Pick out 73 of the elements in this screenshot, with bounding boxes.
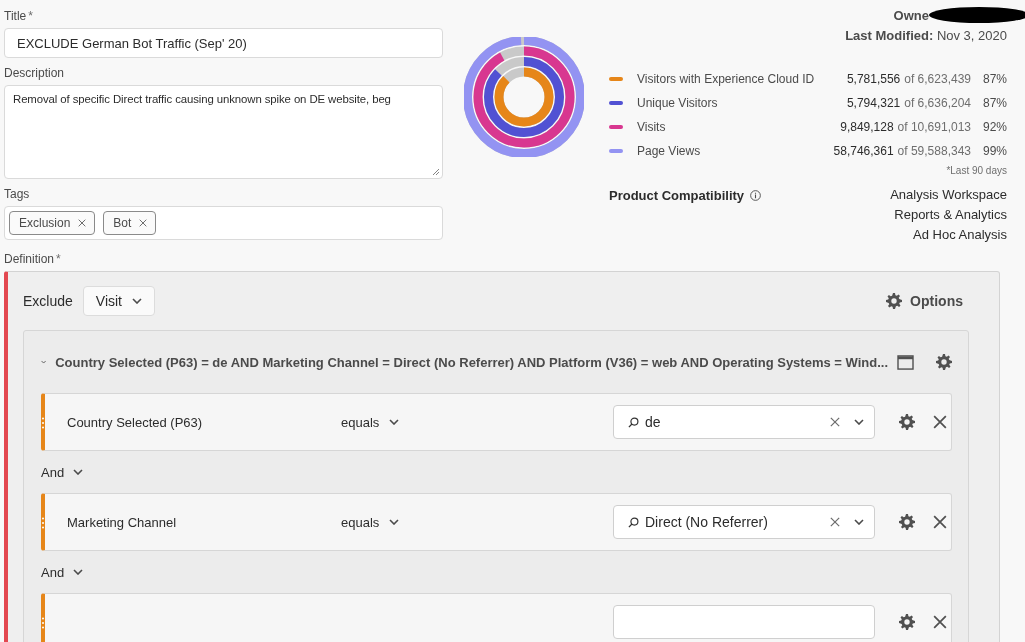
remove-icon[interactable]: [139, 219, 148, 227]
operator-dropdown[interactable]: equals: [341, 414, 613, 430]
field-label: Description: [4, 66, 66, 80]
gear-icon[interactable]: [886, 293, 903, 309]
resize-grip-icon[interactable]: [432, 168, 440, 176]
collapse-chevron-icon: [41, 359, 47, 365]
metrics-note: *Last 90 days: [945, 165, 1007, 176]
tag-chip[interactable]: Bot: [103, 211, 157, 235]
gear-icon[interactable]: [936, 354, 952, 370]
gear-icon[interactable]: [899, 514, 915, 530]
field-label: Definition *: [4, 252, 62, 266]
value-field[interactable]: [613, 605, 875, 639]
metric-name: Visitors with Experience Cloud ID: [636, 72, 816, 86]
metric-total: of 6,623,439: [903, 72, 971, 86]
chevron-down-icon: [132, 298, 142, 304]
metric-percent: 87%: [981, 96, 1007, 110]
compatibility-label: Product Compatibility: [609, 187, 745, 203]
product-name: Reports & Analytics: [894, 207, 1007, 222]
chevron-down-icon: [73, 569, 84, 575]
metric-total: of 6,636,204: [903, 96, 971, 110]
drag-handle-icon[interactable]: [41, 517, 45, 529]
chevron-down-icon: [854, 519, 864, 525]
description-field[interactable]: Removal of specific Direct traffic causing unknown spike on DE website, beg: [4, 85, 443, 179]
metric-count: 5,794,321: [845, 96, 901, 110]
value-field[interactable]: de: [613, 405, 875, 439]
metric-percent: 99%: [981, 144, 1007, 158]
last-modified-text: Last Modified: Nov 3, 2020: [845, 28, 1007, 43]
info-icon[interactable]: [750, 189, 762, 201]
search-icon: [628, 416, 639, 428]
metric-count: 58,746,361: [832, 144, 894, 158]
metric-percent: 92%: [981, 120, 1007, 134]
container-summary: Country Selected (P63) = de AND Marketing Channel = Direct (No Referrer) AND Platform (V36) = web AND Operating Systems = Wind...: [55, 354, 888, 370]
field-label: Title *: [4, 9, 34, 23]
scope-label: Exclude: [23, 293, 73, 309]
operator-dropdown[interactable]: equals: [341, 514, 613, 530]
connector-dropdown[interactable]: And: [41, 564, 84, 580]
title-field[interactable]: EXCLUDE German Bot Traffic (Sep' 20): [4, 28, 443, 58]
clear-icon[interactable]: [830, 517, 840, 527]
metric-name: Unique Visitors: [636, 96, 719, 110]
chevron-down-icon: [389, 419, 400, 425]
dimension-name: Country Selected (P63): [66, 414, 204, 430]
chevron-down-icon: [389, 519, 400, 525]
close-icon[interactable]: [933, 515, 947, 529]
product-name: Analysis Workspace: [890, 187, 1007, 202]
options-button[interactable]: Options: [880, 292, 969, 310]
search-icon: [628, 516, 639, 528]
window-icon[interactable]: [897, 354, 914, 370]
tag-chip[interactable]: Exclusion: [9, 211, 96, 235]
clear-icon[interactable]: [830, 417, 840, 427]
metric-total: of 59,588,343: [896, 144, 971, 158]
metric-name: Visits: [636, 120, 667, 134]
scope-dropdown[interactable]: Visit: [82, 286, 155, 316]
metric-count: 9,849,128: [839, 120, 894, 134]
drag-handle-icon[interactable]: [41, 617, 45, 629]
tags-field[interactable]: Exclusion Bot: [4, 206, 443, 240]
metric-percent: 87%: [981, 72, 1007, 86]
chevron-down-icon: [73, 469, 84, 475]
gear-icon[interactable]: [899, 414, 915, 430]
field-label: Tags: [4, 187, 31, 201]
product-name: Ad Hoc Analysis: [913, 227, 1007, 242]
gear-icon[interactable]: [899, 614, 915, 630]
chevron-down-icon: [854, 419, 864, 425]
value-field[interactable]: Direct (No Referrer): [613, 505, 875, 539]
metric-name: Page Views: [636, 144, 702, 158]
close-icon[interactable]: [933, 415, 947, 429]
dimension-name: Marketing Channel: [66, 514, 178, 530]
remove-icon[interactable]: [78, 219, 87, 227]
connector-dropdown[interactable]: And: [41, 464, 84, 480]
drag-handle-icon[interactable]: [41, 417, 45, 429]
close-icon[interactable]: [933, 615, 947, 629]
metric-total: of 10,691,013: [896, 120, 971, 134]
owner-label: Owne: [893, 7, 929, 23]
metric-count: 5,781,556: [845, 72, 901, 86]
